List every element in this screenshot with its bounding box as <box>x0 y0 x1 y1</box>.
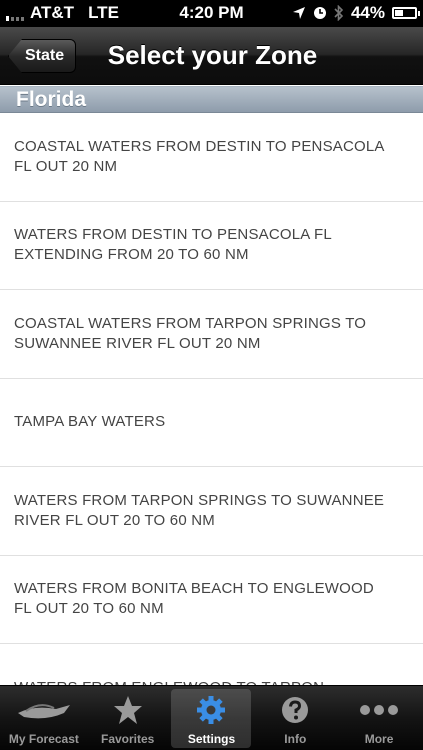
tab-label: My Forecast <box>8 732 79 746</box>
tab-label: Favorites <box>101 732 155 746</box>
zone-list-item[interactable]: COASTAL WATERS FROM TARPON SPRINGS TO SUW… <box>0 290 423 379</box>
tab-label: Info <box>284 732 307 746</box>
zone-label-line1: COASTAL WATERS FROM TARPON SPRINGS TO <box>14 314 367 332</box>
status-bar: AT&T LTE 4:20 PM 44% <box>0 0 423 27</box>
tab-label: More <box>364 732 394 746</box>
zone-label: WATERS FROM BONITA BEACH TO ENGLEWOOD FL … <box>14 579 374 619</box>
zone-label-line2: FL OUT 20 NM <box>14 157 118 175</box>
zone-label-line1: WATERS FROM BONITA BEACH TO ENGLEWOOD <box>14 580 374 598</box>
zone-label: COASTAL WATERS FROM TARPON SPRINGS TO SUW… <box>14 314 366 354</box>
tab-bar: My Forecast Favorites Settings Info More <box>0 685 423 750</box>
zone-list-item[interactable]: WATERS FROM TARPON SPRINGS TO SUWANNEE RI… <box>0 467 423 556</box>
location-arrow-icon <box>292 7 305 19</box>
navigation-bar: State Select your Zone <box>0 27 423 85</box>
zone-label-line2: RIVER FL OUT 20 TO 60 NM <box>14 511 215 529</box>
alarm-clock-icon <box>313 7 326 19</box>
tab-label: Settings <box>187 732 236 746</box>
page-title: Select your Zone <box>107 40 318 70</box>
tab-more[interactable]: More <box>339 689 419 748</box>
tab-info[interactable]: Info <box>255 689 335 748</box>
tab-my-forecast[interactable]: My Forecast <box>4 689 84 748</box>
battery-percent: 44% <box>350 3 385 22</box>
tab-favorites[interactable]: Favorites <box>88 689 168 748</box>
zone-list[interactable]: COASTAL WATERS FROM DESTIN TO PENSACOLA F… <box>0 113 423 685</box>
zone-label: WATERS FROM TARPON SPRINGS TO SUWANNEE RI… <box>14 491 384 531</box>
zone-label-line1: WATERS FROM TARPON SPRINGS TO SUWANNEE <box>14 491 385 509</box>
more-dots-icon <box>359 703 399 721</box>
zone-label-line1: WATERS FROM ENGLEWOOD TO TARPON <box>14 678 324 685</box>
zone-label-line1: WATERS FROM DESTIN TO PENSACOLA FL <box>14 226 332 244</box>
gear-icon <box>196 695 226 730</box>
status-right: 44% <box>292 3 420 23</box>
star-icon <box>113 695 143 730</box>
boat-icon <box>16 699 72 730</box>
section-header-state: Florida <box>0 86 423 113</box>
zone-list-item[interactable]: TAMPA BAY WATERS <box>0 379 423 467</box>
battery-fill <box>395 10 404 16</box>
zone-label: WATERS FROM DESTIN TO PENSACOLA FL EXTEND… <box>14 225 332 265</box>
zone-label-line2: FL OUT 20 TO 60 NM <box>14 600 164 618</box>
bluetooth-icon <box>334 5 344 21</box>
question-icon <box>280 695 310 730</box>
zone-label-line2: EXTENDING FROM 20 TO 60 NM <box>14 246 249 264</box>
zone-label: TAMPA BAY WATERS <box>14 412 165 432</box>
zone-label: COASTAL WATERS FROM DESTIN TO PENSACOLA F… <box>14 137 385 177</box>
zone-label: WATERS FROM ENGLEWOOD TO TARPON <box>14 678 324 685</box>
zone-label-line2: SUWANNEE RIVER FL OUT 20 NM <box>14 334 261 352</box>
zone-list-item[interactable]: WATERS FROM BONITA BEACH TO ENGLEWOOD FL … <box>0 556 423 644</box>
zone-list-item[interactable]: COASTAL WATERS FROM DESTIN TO PENSACOLA F… <box>0 113 423 202</box>
tab-settings[interactable]: Settings <box>171 689 252 748</box>
zone-list-item[interactable]: WATERS FROM DESTIN TO PENSACOLA FL EXTEND… <box>0 202 423 290</box>
battery-icon <box>392 7 420 19</box>
zone-label-line1: COASTAL WATERS FROM DESTIN TO PENSACOLA <box>14 137 385 155</box>
zone-label-line1: TAMPA BAY WATERS <box>14 413 166 431</box>
zone-list-item[interactable]: WATERS FROM ENGLEWOOD TO TARPON <box>0 644 423 685</box>
